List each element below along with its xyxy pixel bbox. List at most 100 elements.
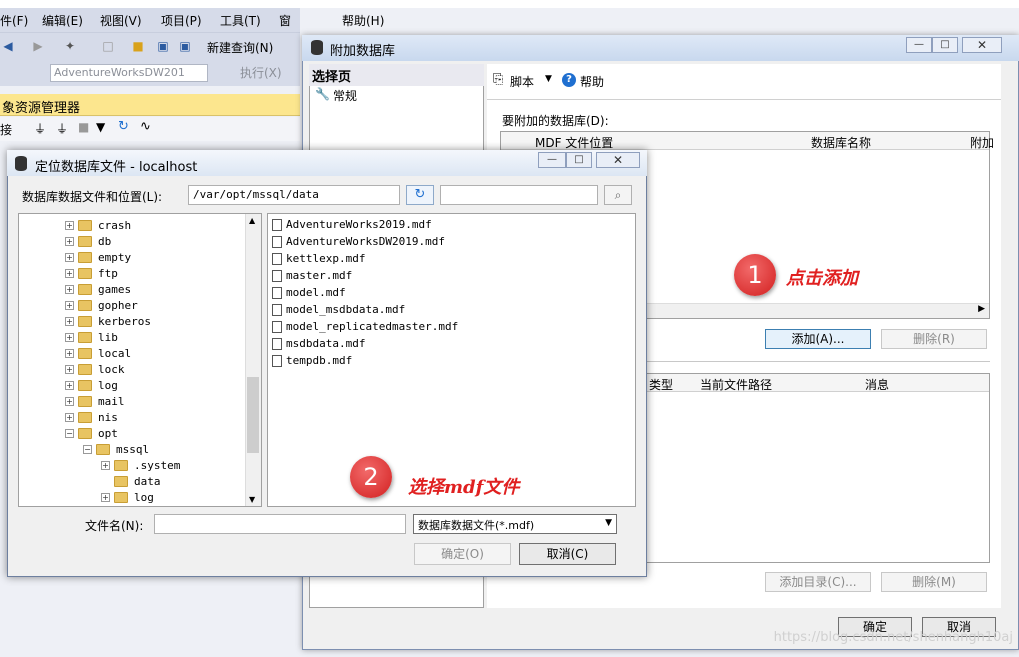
remove-button[interactable]: 删除(R) xyxy=(881,329,987,349)
tree-item[interactable]: + gopher xyxy=(19,297,245,313)
tree-item[interactable]: data xyxy=(19,473,245,489)
file-item[interactable]: AdventureWorksDW2019.mdf xyxy=(272,233,458,250)
col-mdf-location[interactable]: MDF 文件位置 xyxy=(535,134,613,151)
col-file-type[interactable]: 类型 xyxy=(649,376,673,393)
tree-item[interactable]: + log xyxy=(19,377,245,393)
file-type-select[interactable]: 数据库数据文件(*.mdf) ▼ xyxy=(413,514,617,534)
refresh-icon[interactable]: ↻ xyxy=(406,185,434,205)
search-icon[interactable]: ⌕ xyxy=(604,185,632,205)
expander-icon[interactable]: + xyxy=(65,316,74,326)
file-item[interactable]: model_msdbdata.mdf xyxy=(272,301,458,318)
expander-icon[interactable]: + xyxy=(101,460,110,470)
file-item[interactable]: msdbdata.mdf xyxy=(272,335,458,352)
save-all-icon[interactable]: ▣ xyxy=(177,38,193,54)
col-message[interactable]: 消息 xyxy=(865,376,889,393)
expander-icon[interactable]: + xyxy=(65,396,74,406)
forward-icon[interactable]: ▶ xyxy=(30,38,46,54)
menu-tools[interactable]: 工具(T) xyxy=(220,12,261,29)
tree-scroll-thumb[interactable] xyxy=(247,377,259,453)
tree-item[interactable]: + log xyxy=(19,489,245,505)
maximize-button[interactable]: □ xyxy=(932,37,958,53)
open-folder-icon[interactable]: ■ xyxy=(130,38,146,54)
save-icon[interactable]: ▣ xyxy=(155,38,171,54)
file-list[interactable]: AdventureWorks2019.mdf AdventureWorksDW20… xyxy=(267,213,636,507)
filter-icon[interactable]: ▼ xyxy=(96,120,105,134)
expander-icon[interactable]: + xyxy=(65,412,74,422)
scroll-down-icon[interactable]: ▼ xyxy=(249,495,255,504)
expander-icon[interactable]: + xyxy=(65,252,74,262)
remove-file-button[interactable]: 删除(M) xyxy=(881,572,987,592)
new-query-button[interactable]: 新建查询(N) xyxy=(207,39,273,56)
refresh-icon[interactable]: ↻ xyxy=(118,119,129,134)
page-general[interactable]: 常规 xyxy=(333,87,357,104)
tree-item[interactable]: + mail xyxy=(19,393,245,409)
close-button[interactable]: ✕ xyxy=(962,37,1002,53)
maximize-button[interactable]: □ xyxy=(566,152,592,168)
expander-icon[interactable]: + xyxy=(65,220,74,230)
locate-cancel-button[interactable]: 取消(C) xyxy=(519,543,616,565)
new-file-icon[interactable]: □ xyxy=(100,38,116,54)
stop-icon[interactable]: ■ xyxy=(78,120,89,134)
close-button[interactable]: ✕ xyxy=(596,152,640,168)
menu-help[interactable]: 帮助(H) xyxy=(342,12,384,29)
tree-item[interactable]: + lock xyxy=(19,361,245,377)
expander-icon[interactable]: + xyxy=(65,332,74,342)
file-item[interactable]: tempdb.mdf xyxy=(272,352,458,369)
tree-scrollbar[interactable]: ▲ ▼ xyxy=(245,214,261,506)
expander-icon[interactable]: + xyxy=(65,236,74,246)
col-attach-as[interactable]: 附加 xyxy=(970,134,994,151)
minimize-button[interactable]: — xyxy=(538,152,566,168)
tree-item[interactable]: + kerberos xyxy=(19,313,245,329)
chevron-right-icon[interactable]: ▶ xyxy=(978,304,985,314)
script-button[interactable]: 脚本 xyxy=(510,73,534,90)
file-item[interactable]: model.mdf xyxy=(272,284,458,301)
expander-icon[interactable]: + xyxy=(65,300,74,310)
tree-item[interactable]: + ftp xyxy=(19,265,245,281)
path-input[interactable]: /var/opt/mssql/data xyxy=(188,185,400,205)
tree-item[interactable]: + nis xyxy=(19,409,245,425)
file-item[interactable]: kettlexp.mdf xyxy=(272,250,458,267)
expander-icon[interactable]: + xyxy=(65,364,74,374)
filename-input[interactable] xyxy=(154,514,406,534)
execute-button[interactable]: 执行(X) xyxy=(240,64,282,81)
expander-icon[interactable]: + xyxy=(65,348,74,358)
tree-item[interactable]: − mssql xyxy=(19,441,245,457)
add-catalog-button[interactable]: 添加目录(C)... xyxy=(765,572,871,592)
tree-item[interactable]: + .system xyxy=(19,457,245,473)
search-input[interactable] xyxy=(440,185,598,205)
scroll-up-icon[interactable]: ▲ xyxy=(249,216,255,225)
new-project-icon[interactable]: ✦ xyxy=(62,38,78,54)
tree-item[interactable]: + games xyxy=(19,281,245,297)
locate-ok-button[interactable]: 确定(O) xyxy=(414,543,511,565)
help-button[interactable]: 帮助 xyxy=(580,73,604,90)
connect-button[interactable]: 接 xyxy=(0,121,12,138)
tree-item[interactable]: + local xyxy=(19,345,245,361)
expander-icon[interactable]: + xyxy=(101,492,110,502)
back-icon[interactable]: ◀ xyxy=(0,38,16,54)
expander-icon[interactable]: + xyxy=(65,284,74,294)
tree-item[interactable]: + lib xyxy=(19,329,245,345)
tree-item[interactable]: + empty xyxy=(19,249,245,265)
connect-plug-icon[interactable]: ⏚ xyxy=(34,120,46,137)
database-combo[interactable]: AdventureWorksDW201 xyxy=(50,64,208,82)
col-database-name[interactable]: 数据库名称 xyxy=(811,134,871,151)
menu-edit[interactable]: 编辑(E) xyxy=(42,12,83,29)
add-button[interactable]: 添加(A)... xyxy=(765,329,871,349)
expander-icon[interactable]: − xyxy=(83,444,92,454)
tree-item[interactable]: − opt xyxy=(19,425,245,441)
file-item[interactable]: master.mdf xyxy=(272,267,458,284)
col-current-path[interactable]: 当前文件路径 xyxy=(700,376,772,393)
expander-icon[interactable]: + xyxy=(65,268,74,278)
folder-tree[interactable]: + crash + db + empty + ftp + games + gopher + kerbero… xyxy=(18,213,262,507)
tree-item[interactable]: + crash xyxy=(19,217,245,233)
file-item[interactable]: AdventureWorks2019.mdf xyxy=(272,216,458,233)
menu-view[interactable]: 视图(V) xyxy=(100,12,142,29)
expander-icon[interactable]: + xyxy=(65,380,74,390)
activity-icon[interactable]: ∿ xyxy=(140,119,151,134)
minimize-button[interactable]: — xyxy=(906,37,932,53)
expander-icon[interactable]: − xyxy=(65,428,74,438)
file-item[interactable]: model_replicatedmaster.mdf xyxy=(272,318,458,335)
tree-item[interactable]: + db xyxy=(19,233,245,249)
chevron-down-icon[interactable]: ▼ xyxy=(545,74,552,84)
disconnect-icon[interactable]: ⏚ xyxy=(56,120,68,137)
